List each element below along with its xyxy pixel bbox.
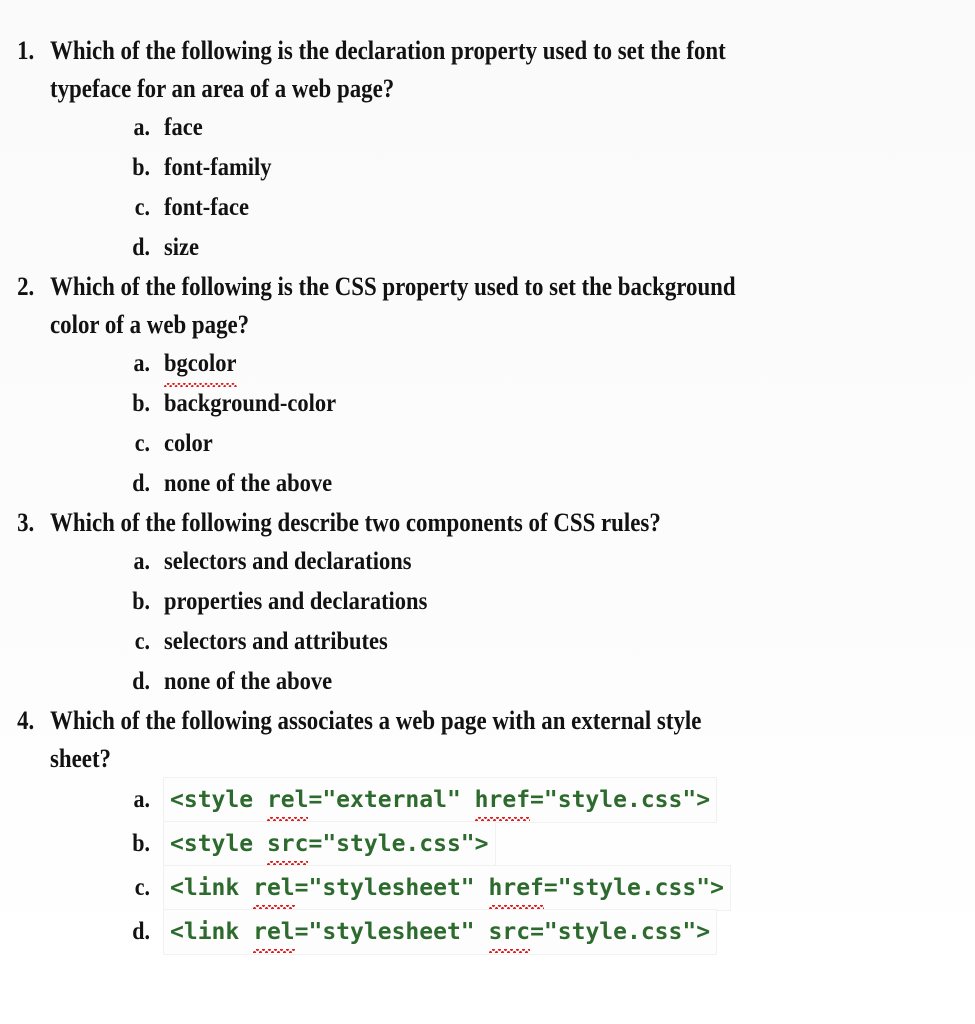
option-text: properties and declarations	[164, 588, 428, 615]
option-letter: d.	[132, 668, 150, 695]
option-text: selectors and declarations	[164, 548, 412, 575]
option-text: font-family	[164, 154, 272, 181]
option-letter: a.	[133, 786, 151, 813]
option-text: background-color	[164, 390, 337, 417]
question-number: 3.	[17, 508, 34, 537]
option-text: size	[164, 234, 199, 261]
code-snippet-box[interactable]: <link rel="stylesheet" src="style.css">	[164, 910, 717, 954]
option-d[interactable]: d. none of the above	[0, 464, 975, 504]
question-block: 3. Which of the following describe two co…	[0, 504, 975, 702]
question-4: 4. Which of the following associates a we…	[0, 702, 975, 778]
option-text: bgcolor	[164, 344, 236, 387]
option-text: color	[164, 430, 213, 457]
option-b[interactable]: b. <style src="style.css">	[0, 822, 975, 866]
option-list: a. <style rel="external" href="style.css"…	[0, 778, 975, 954]
option-b[interactable]: b. background-color	[0, 384, 975, 424]
option-letter: c.	[134, 194, 150, 221]
code-snippet-box[interactable]: <link rel="stylesheet" href="style.css">	[164, 866, 730, 910]
option-letter: d.	[132, 918, 150, 945]
code-fragment: ="stylesheet"	[294, 919, 489, 945]
option-d[interactable]: d. size	[0, 228, 975, 268]
option-c[interactable]: c. selectors and attributes	[0, 622, 975, 662]
spellcheck-underline: rel	[253, 871, 295, 909]
option-b[interactable]: b. font-family	[0, 148, 975, 188]
code-snippet-text: <link rel="stylesheet" src="style.css">	[170, 915, 711, 953]
option-text: selectors and attributes	[164, 628, 388, 655]
option-letter: d.	[132, 234, 150, 261]
question-text: Which of the following associates a web …	[50, 706, 702, 773]
code-snippet-text: <link rel="stylesheet" href="style.css">	[170, 871, 724, 909]
option-letter: d.	[132, 470, 150, 497]
option-a[interactable]: a. selectors and declarations	[0, 542, 975, 582]
option-b[interactable]: b. properties and declarations	[0, 582, 975, 622]
spellcheck-underline: src	[488, 915, 530, 953]
question-1: 1. Which of the following is the declarat…	[0, 32, 975, 108]
question-number: 4.	[17, 706, 34, 735]
option-letter: b.	[132, 830, 150, 857]
option-text: none of the above	[164, 470, 333, 497]
code-fragment: <link	[170, 919, 254, 945]
code-fragment: ="external"	[308, 787, 475, 813]
option-letter: c.	[134, 628, 150, 655]
question-block: 2. Which of the following is the CSS prop…	[0, 268, 975, 504]
quiz-question-list: 1. Which of the following is the declarat…	[0, 32, 975, 954]
option-c[interactable]: c. font-face	[0, 188, 975, 228]
code-fragment: <link	[170, 875, 254, 901]
code-fragment: ="style.css">	[543, 875, 724, 901]
option-c[interactable]: c. <link rel="stylesheet" href="style.css…	[0, 866, 975, 910]
option-text: font-face	[164, 194, 249, 221]
option-d[interactable]: d. <link rel="stylesheet" src="style.css"…	[0, 910, 975, 954]
spellcheck-underline: rel	[266, 783, 308, 821]
code-snippet-text: <style src="style.css">	[170, 827, 489, 865]
question-number: 1.	[17, 36, 34, 65]
option-c[interactable]: c. color	[0, 424, 975, 464]
code-snippet-box[interactable]: <style src="style.css">	[164, 822, 495, 866]
question-number: 2.	[17, 272, 34, 301]
option-letter: c.	[134, 430, 150, 457]
question-block: 1. Which of the following is the declarat…	[0, 32, 975, 268]
spellcheck-underline: src	[266, 827, 308, 865]
option-d[interactable]: d. none of the above	[0, 662, 975, 702]
option-letter: b.	[132, 154, 150, 181]
code-fragment: ="style.css">	[530, 787, 711, 813]
document-page: 1. Which of the following is the declarat…	[0, 0, 975, 1024]
option-text: face	[164, 114, 203, 141]
code-fragment: ="style.css">	[530, 919, 711, 945]
spellcheck-underline: href	[474, 783, 531, 821]
question-block: 4. Which of the following associates a we…	[0, 702, 975, 954]
spellcheck-underline: rel	[253, 915, 295, 953]
option-a[interactable]: a. bgcolor	[0, 344, 975, 387]
code-snippet-text: <style rel="external" href="style.css">	[170, 783, 711, 821]
code-snippet-box[interactable]: <style rel="external" href="style.css">	[164, 778, 717, 822]
option-a[interactable]: a. face	[0, 108, 975, 148]
option-list: a. face b. font-family c. font-face d. size	[0, 108, 975, 268]
spellcheck-underline: href	[488, 871, 545, 909]
code-fragment: <style	[170, 831, 267, 857]
code-fragment: ="style.css">	[308, 831, 489, 857]
option-list: a. selectors and declarations b. properties…	[0, 542, 975, 702]
option-letter: b.	[132, 588, 150, 615]
question-2: 2. Which of the following is the CSS prop…	[0, 268, 975, 344]
option-letter: b.	[132, 390, 150, 417]
option-letter: c.	[134, 874, 150, 901]
option-letter: a.	[133, 350, 151, 377]
option-list: a. bgcolor b. background-color c. color d. none…	[0, 344, 975, 504]
option-letter: a.	[133, 548, 151, 575]
option-letter: a.	[133, 114, 151, 141]
spellcheck-underline: bgcolor	[164, 344, 236, 387]
code-fragment: ="stylesheet"	[294, 875, 489, 901]
code-fragment: <style	[170, 787, 267, 813]
question-text: Which of the following is the CSS proper…	[50, 272, 736, 339]
question-text: Which of the following describe two comp…	[50, 508, 661, 537]
option-a[interactable]: a. <style rel="external" href="style.css"…	[0, 778, 975, 822]
option-text: none of the above	[164, 668, 333, 695]
question-3: 3. Which of the following describe two co…	[0, 504, 975, 542]
question-text: Which of the following is the declaratio…	[50, 36, 726, 103]
